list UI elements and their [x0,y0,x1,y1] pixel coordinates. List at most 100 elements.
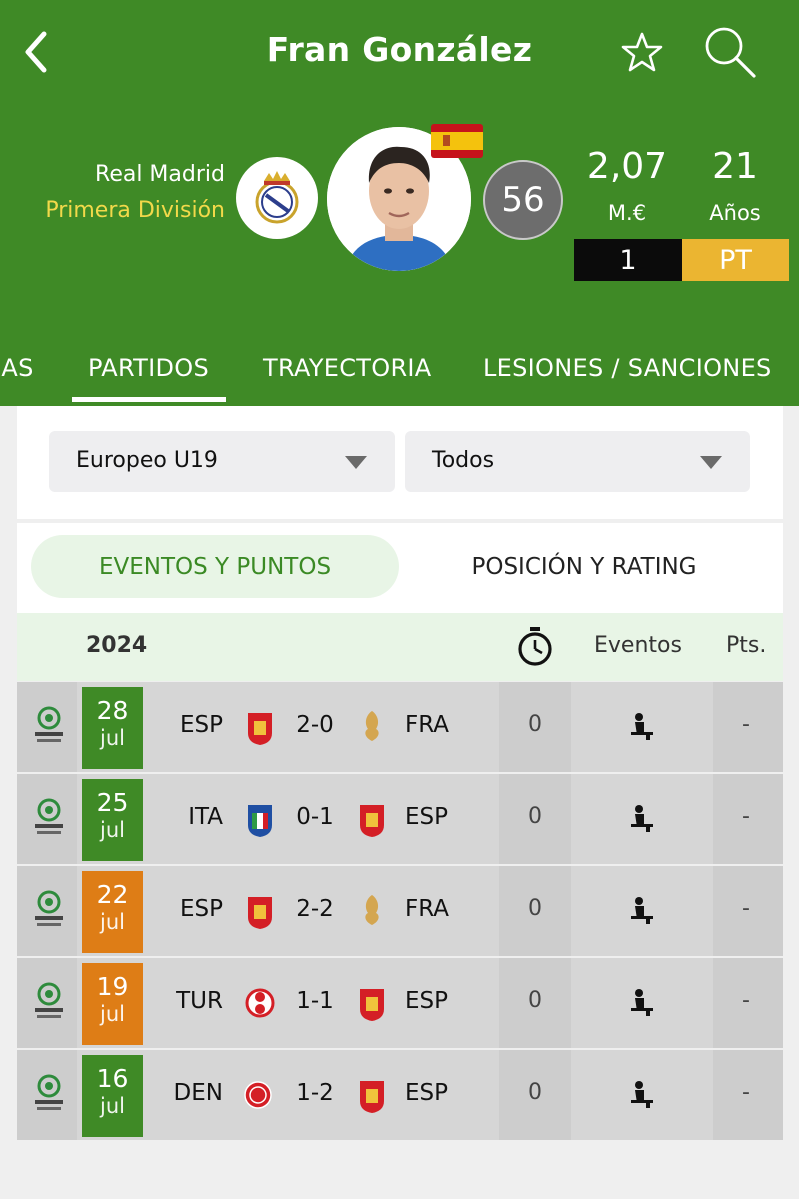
match-row[interactable]: 19 jul TUR 1-1 ESP 0 - [17,958,783,1048]
match-points: - [742,804,750,829]
bench-icon [631,897,653,924]
team-name[interactable]: Real Madrid [95,162,225,187]
match-day: 19 [96,972,129,1001]
minutes-played: 0 [528,1080,542,1105]
competition-cell [17,774,77,864]
competition-cell [17,958,77,1048]
points-cell: - [713,958,783,1048]
ita-crest-icon [248,805,272,837]
competition-cell [17,682,77,772]
points-column-header: Pts. [726,633,767,658]
match-score: 2-2 [296,896,334,922]
home-team: TUR [176,988,223,1014]
match-score: 0-1 [296,804,334,830]
away-team: FRA [405,712,450,738]
u19-championship-icon [35,982,63,1018]
match-date: 28 jul [82,687,143,769]
tab-lesiones-sanciones[interactable]: LESIONES / SANCIONES [483,354,772,382]
competition-cell [17,1050,77,1140]
match-date: 22 jul [82,871,143,953]
minutes-played: 0 [528,712,542,737]
tab-partidos[interactable]: PARTIDOS [88,354,209,382]
minutes-cell: 0 [499,866,571,956]
player-age-label: Años [709,201,761,225]
chevron-down-icon [345,456,367,469]
away-team: ESP [405,1080,449,1106]
minutes-cell: 0 [499,1050,571,1140]
esp-crest-icon [248,713,272,745]
points-cell: - [713,774,783,864]
match-type-select-value: Todos [432,448,495,473]
position-badge: PT [682,239,789,281]
bench-icon [631,989,653,1016]
segment-eventos-puntos[interactable]: EVENTOS Y PUNTOS [31,535,399,598]
table-header: 2024 Eventos Pts. [17,613,783,681]
club-badge-icon[interactable] [236,157,318,239]
tab-estadisticas[interactable]: IAS [0,354,34,382]
minutes-played: 0 [528,988,542,1013]
match-row[interactable]: 22 jul ESP 2-2 FRA 0 - [17,866,783,956]
player-rating-badge: 56 [483,160,563,240]
bench-icon [631,805,653,832]
esp-crest-icon [248,897,272,929]
stopwatch-icon [518,627,552,666]
match-points: - [742,1080,750,1105]
page-title: Fran González [266,30,533,69]
points-cell: - [713,866,783,956]
match-month: jul [100,1002,125,1026]
star-icon [621,32,663,72]
u19-championship-icon [35,798,63,834]
favorite-button[interactable] [620,30,664,74]
minutes-played: 0 [528,896,542,921]
match-type-select[interactable]: Todos [405,431,750,492]
minutes-cell: 0 [499,682,571,772]
segment-posicion-rating[interactable]: POSICIÓN Y RATING [404,535,764,598]
search-button[interactable] [702,24,758,80]
den-crest-icon [244,1081,272,1109]
bench-icon [631,713,653,740]
match-row[interactable]: 16 jul DEN 1-2 ESP 0 - [17,1050,783,1140]
tab-bar: IAS PARTIDOS TRAYECTORIA LESIONES / SANC… [0,340,799,406]
fra-crest-icon [365,895,379,925]
match-score: 1-2 [296,1080,334,1106]
match-row[interactable]: 28 jul ESP 2-0 FRA 0 - [17,682,783,772]
spain-flag-icon [431,124,483,158]
match-date: 19 jul [82,963,143,1045]
events-column-header: Eventos [594,633,682,658]
esp-crest-icon [360,989,384,1021]
match-date: 16 jul [82,1055,143,1137]
home-team: DEN [173,1080,223,1106]
match-day: 28 [96,696,129,725]
points-cell: - [713,682,783,772]
match-date: 25 jul [82,779,143,861]
match-month: jul [100,1094,125,1118]
esp-crest-icon [360,805,384,837]
chevron-down-icon [700,456,722,469]
minutes-played: 0 [528,804,542,829]
away-team: ESP [405,988,449,1014]
tab-trayectoria[interactable]: TRAYECTORIA [263,354,432,382]
u19-championship-icon [35,890,63,926]
away-team: ESP [405,804,449,830]
match-score: 1-1 [296,988,334,1014]
market-value: 2,07 [586,146,668,187]
match-score: 2-0 [296,712,334,738]
match-points: - [742,896,750,921]
active-tab-indicator [72,397,226,402]
match-month: jul [100,726,125,750]
match-day: 16 [96,1064,129,1093]
competition-select[interactable]: Europeo U19 [49,431,395,492]
competition-select-value: Europeo U19 [76,448,218,473]
search-icon [705,27,756,78]
league-name[interactable]: Primera División [45,198,225,223]
away-team: FRA [405,896,450,922]
match-points: - [742,712,750,737]
match-day: 22 [96,880,129,909]
match-row[interactable]: 25 jul ITA 0-1 ESP 0 - [17,774,783,864]
match-month: jul [100,910,125,934]
fra-crest-icon [365,711,379,741]
shirt-number: 1 [574,239,682,281]
points-cell: - [713,1050,783,1140]
u19-championship-icon [35,706,63,742]
tur-crest-icon [245,988,275,1018]
